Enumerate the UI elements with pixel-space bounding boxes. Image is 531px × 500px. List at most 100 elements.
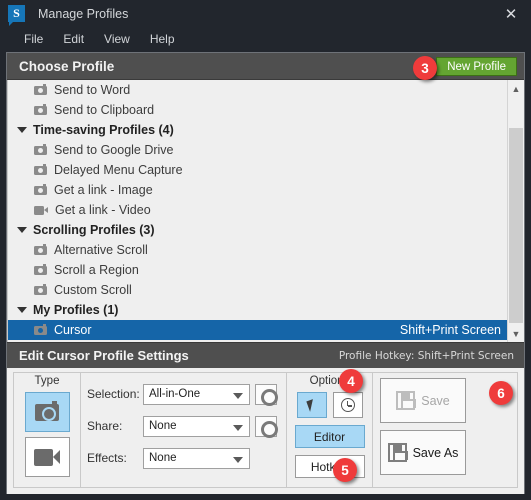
profile-group-row[interactable]: Scrolling Profiles (3) [8, 220, 507, 240]
profile-row-label: Send to Google Drive [54, 143, 174, 157]
manage-profiles-window: S Manage Profiles ✕ File Edit View Help … [0, 0, 531, 500]
menu-item-help[interactable]: Help [140, 30, 185, 48]
camera-icon [34, 103, 47, 115]
caret-down-icon[interactable] [17, 127, 27, 133]
logo-letter: S [13, 6, 20, 20]
profile-hotkey-label: Profile Hotkey: Shift+Print Screen [338, 349, 514, 362]
profile-row[interactable]: Send to Word [8, 80, 507, 100]
profile-row-hotkey: Shift+Print Screen [399, 323, 501, 337]
profile-row-label: Cursor [54, 323, 92, 337]
options-toggle-group [296, 392, 363, 418]
title-bar: S Manage Profiles ✕ [0, 0, 531, 27]
profile-row-label: Send to Clipboard [54, 103, 155, 117]
camera-icon [34, 323, 47, 335]
profile-row-label: Scrolling Profiles (3) [33, 223, 155, 237]
profile-row[interactable]: Send to Clipboard [8, 100, 507, 120]
video-capture-type-button[interactable] [24, 437, 70, 477]
camera-icon [34, 83, 47, 95]
caret-down-icon[interactable] [17, 227, 27, 233]
callout-badge-6: 6 [489, 381, 513, 405]
timer-toggle-button[interactable] [332, 392, 363, 418]
choose-profile-title: Choose Profile [19, 58, 115, 74]
video-icon [34, 448, 60, 466]
profile-row-label: My Profiles (1) [33, 303, 119, 317]
profile-group-row[interactable]: Time-saving Profiles (4) [8, 120, 507, 140]
save-column: Save Save As [372, 373, 473, 487]
profile-row[interactable]: Delayed Menu Capture [8, 160, 507, 180]
camera-icon [34, 143, 47, 155]
profile-row-label: Time-saving Profiles (4) [33, 123, 174, 137]
profile-row-label: Get a link - Image [54, 183, 153, 197]
setting-gear-button[interactable] [255, 415, 278, 438]
window-title: Manage Profiles [38, 6, 129, 21]
profile-row-label: Get a link - Video [55, 203, 151, 217]
setting-dropdown-value: None [149, 452, 177, 464]
scrollbar-thumb[interactable] [509, 128, 523, 323]
caret-down-icon[interactable] [17, 307, 27, 313]
profile-row[interactable]: Cursor Shift+Print Screen [8, 320, 507, 340]
setting-dropdown[interactable]: All-in-One [143, 383, 250, 405]
capture-settings-column: Selection: All-in-One Share: None Effects: No… [80, 373, 286, 487]
save-as-button[interactable]: Save As [380, 430, 466, 475]
profile-row-label: Send to Word [54, 83, 131, 97]
menu-bar: File Edit View Help [0, 27, 531, 50]
profile-row-label: Alternative Scroll [54, 243, 148, 257]
chevron-down-icon[interactable] [233, 392, 243, 399]
profile-group-row[interactable]: My Profiles (1) [8, 300, 507, 320]
snagit-logo-icon: S [8, 5, 25, 26]
setting-dropdown[interactable]: None [143, 415, 250, 437]
close-icon[interactable]: ✕ [491, 0, 531, 27]
profile-list-scrollbar[interactable]: ▲ ▼ [507, 80, 524, 342]
profile-row-label: Custom Scroll [54, 283, 132, 297]
type-column: Type [14, 373, 80, 487]
callout-badge-3: 3 [413, 56, 437, 80]
menu-item-file[interactable]: File [14, 30, 53, 48]
setting-row: Share: None [87, 413, 286, 439]
setting-gear-button[interactable] [255, 383, 278, 406]
profile-row-label: Scroll a Region [54, 263, 139, 277]
profile-row[interactable]: Alternative Scroll [8, 240, 507, 260]
menu-item-edit[interactable]: Edit [53, 30, 94, 48]
cursor-toggle-button[interactable] [296, 392, 327, 418]
save-button[interactable]: Save [380, 378, 466, 423]
camera-icon [34, 263, 47, 275]
editor-button[interactable]: Editor [294, 425, 365, 448]
profile-row[interactable]: Send to Google Drive [8, 140, 507, 160]
profile-row[interactable]: Get a link - Video [8, 200, 507, 220]
camera-icon [34, 183, 47, 195]
setting-row: Effects: None [87, 445, 286, 471]
video-icon [34, 205, 48, 215]
settings-panel-frame: Type Selection: All-in-One Share: None Effec… [13, 372, 518, 488]
setting-label: Selection: [87, 387, 140, 401]
profile-row[interactable]: Scroll a Region [8, 260, 507, 280]
setting-dropdown-value: None [149, 420, 177, 432]
setting-dropdown-value: All-in-One [149, 388, 201, 400]
gear-icon [260, 420, 278, 438]
profile-list[interactable]: Send to Word Send to Clipboard Time-saving… [7, 80, 507, 342]
save-button-label: Save [421, 393, 450, 408]
profile-row[interactable]: Custom Scroll [8, 280, 507, 300]
camera-icon [34, 163, 47, 175]
save-as-button-label: Save As [412, 445, 459, 460]
setting-row: Selection: All-in-One [87, 381, 286, 407]
profile-row[interactable]: Get a link - Image [8, 180, 507, 200]
setting-label: Effects: [87, 451, 127, 465]
menu-item-view[interactable]: View [94, 30, 140, 48]
new-profile-button[interactable]: New Profile [436, 57, 517, 76]
chevron-down-icon[interactable] [233, 424, 243, 431]
save-as-disk-icon [387, 443, 408, 462]
scroll-down-icon[interactable]: ▼ [508, 325, 524, 342]
profile-list-area: Send to Word Send to Clipboard Time-saving… [7, 80, 524, 342]
type-label: Type [34, 375, 60, 387]
edit-settings-title: Edit Cursor Profile Settings [19, 348, 189, 363]
setting-dropdown[interactable]: None [143, 447, 250, 469]
clock-icon [340, 398, 355, 412]
callout-badge-5: 5 [333, 458, 357, 482]
choose-profile-header: Choose Profile New Profile [7, 53, 524, 80]
content-frame: Choose Profile New Profile Send to Word S… [6, 52, 525, 494]
chevron-down-icon[interactable] [233, 456, 243, 463]
camera-icon [35, 400, 59, 421]
profile-row-label: Delayed Menu Capture [54, 163, 183, 177]
image-capture-type-button[interactable] [24, 392, 70, 432]
scroll-up-icon[interactable]: ▲ [508, 80, 524, 97]
